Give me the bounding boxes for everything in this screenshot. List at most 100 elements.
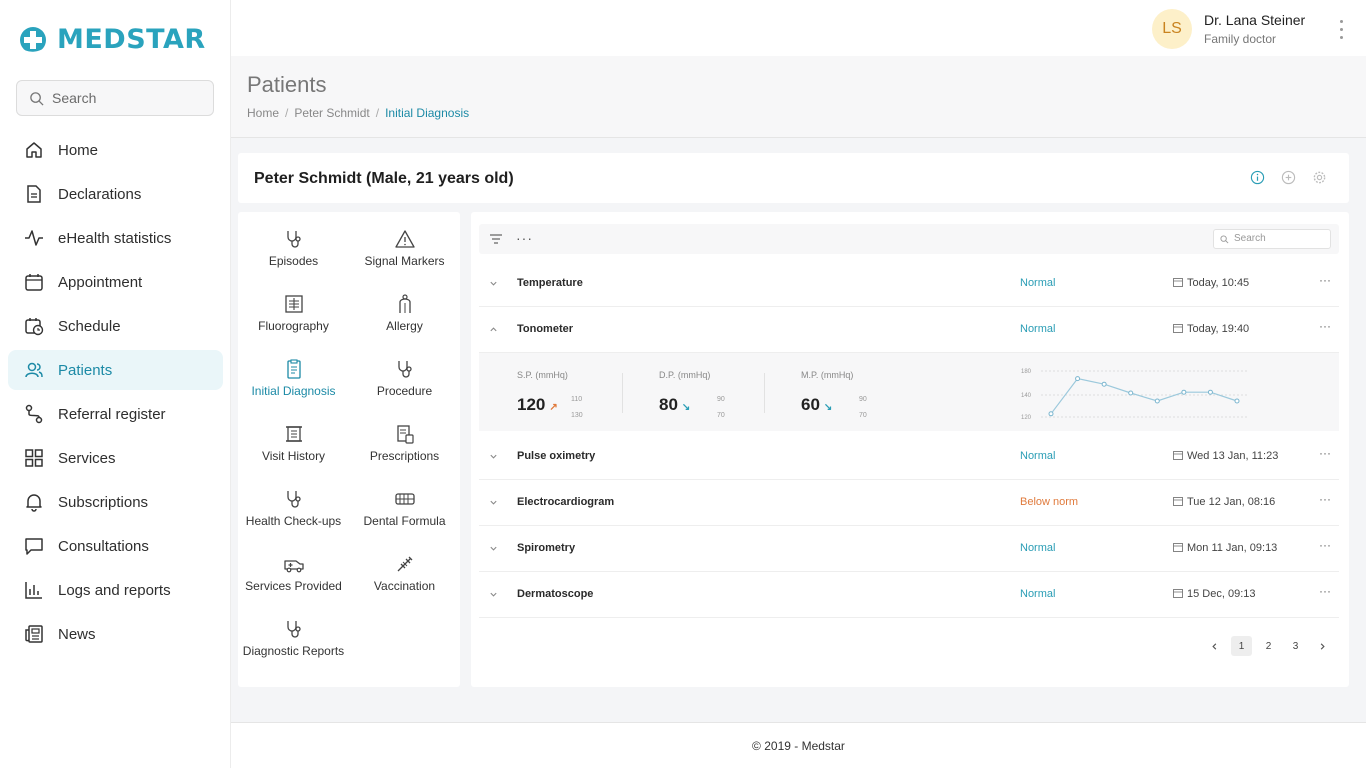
table-row[interactable]: Pulse oximetry Normal Wed 13 Jan, 11:23 … (479, 434, 1339, 480)
data-point (1128, 390, 1134, 396)
category-label: Fluorography (258, 319, 329, 333)
sidebar-item-news[interactable]: News (8, 614, 223, 654)
category-initial-diagnosis[interactable]: Initial Diagnosis (238, 358, 349, 418)
sidebar-item-referral-register[interactable]: Referral register (8, 394, 223, 434)
table-row[interactable]: Temperature Normal Today, 10:45 ··· (479, 261, 1339, 307)
prev-page-button[interactable] (1204, 636, 1225, 656)
filter-icon[interactable] (489, 232, 503, 246)
brand-logo[interactable]: MEDSTAR (18, 24, 206, 55)
sidebar-nav: Home Declarations eHealth statistics App… (8, 130, 223, 658)
search-placeholder: Search (52, 90, 97, 106)
category-label: Signal Markers (364, 254, 445, 268)
sidebar-item-appointment[interactable]: Appointment (8, 262, 223, 302)
gear-icon[interactable] (1312, 170, 1327, 185)
syringe-icon (397, 556, 412, 572)
clipboard-icon (286, 359, 301, 379)
category-episodes[interactable]: Episodes (238, 228, 349, 288)
metric-label: M.P. (mmHq) (801, 370, 854, 380)
stethoscope-icon (286, 231, 301, 248)
trend-up-icon: ↗ (549, 402, 558, 413)
page-3-button[interactable]: 3 (1285, 636, 1306, 656)
category-prescriptions[interactable]: Prescriptions (349, 423, 460, 483)
sidebar-item-patients[interactable]: Patients (8, 350, 223, 390)
category-services-provided[interactable]: Services Provided (238, 553, 349, 613)
chevron-down-icon[interactable] (489, 452, 498, 461)
row-name: Electrocardiogram (517, 496, 615, 508)
chevron-down-icon[interactable] (489, 498, 498, 507)
row-more-button[interactable]: ··· (1319, 584, 1331, 598)
category-fluorography[interactable]: Fluorography (238, 293, 349, 353)
avatar[interactable]: LS (1152, 9, 1192, 49)
calendar-icon (25, 274, 43, 291)
sidebar-item-schedule[interactable]: Schedule (8, 306, 223, 346)
row-more-button[interactable]: ··· (1319, 492, 1331, 506)
metric-range: 90 70 (717, 392, 725, 424)
trend-down-icon: ↘ (681, 402, 691, 413)
category-allergy[interactable]: Allergy (349, 293, 460, 353)
row-name: Tonometer (517, 323, 574, 335)
user-profile[interactable]: LS Dr. Lana Steiner Family doctor (1152, 9, 1344, 49)
category-label: Initial Diagnosis (251, 384, 336, 398)
category-vaccination[interactable]: Vaccination (349, 553, 460, 613)
info-icon[interactable] (1250, 170, 1265, 185)
breadcrumb-separator: / (375, 106, 380, 120)
row-more-button[interactable]: ··· (1319, 446, 1331, 460)
row-more-button[interactable]: ··· (1319, 319, 1331, 333)
user-menu-icon[interactable] (1338, 19, 1344, 39)
prescription-icon (396, 425, 414, 444)
sidebar-item-ehealth-statistics[interactable]: eHealth statistics (8, 218, 223, 258)
y-tick-label: 180 (1021, 369, 1032, 375)
chevron-down-icon[interactable] (489, 279, 498, 288)
page-1-button[interactable]: 1 (1231, 636, 1252, 656)
row-status: Normal (1020, 450, 1056, 462)
breadcrumb-home[interactable]: Home (247, 106, 279, 120)
sidebar-item-services[interactable]: Services (8, 438, 223, 478)
breadcrumb-patient[interactable]: Peter Schmidt (294, 106, 369, 120)
table-row[interactable]: Dermatoscope Normal 15 Dec, 09:13 ··· (479, 572, 1339, 618)
sidebar-item-label: Schedule (58, 317, 121, 335)
page-2-button[interactable]: 2 (1258, 636, 1279, 656)
toolbar-more-button[interactable]: ··· (516, 230, 533, 246)
next-page-button[interactable] (1312, 636, 1333, 656)
table-row[interactable]: Spirometry Normal Mon 11 Jan, 09:13 ··· (479, 526, 1339, 572)
sidebar-item-label: Referral register (58, 405, 166, 423)
add-icon[interactable] (1281, 170, 1296, 185)
metric-value-text: 80 (659, 395, 678, 414)
warning-icon (394, 230, 415, 248)
trend-down-icon: ↘ (823, 402, 833, 413)
category-label: Diagnostic Reports (242, 644, 345, 658)
sidebar-item-home[interactable]: Home (8, 130, 223, 170)
chevron-down-icon[interactable] (489, 544, 498, 553)
calendar-clock-icon (25, 318, 44, 336)
sidebar-search-input[interactable]: Search (16, 80, 214, 116)
category-diagnostic-reports[interactable]: Diagnostic Reports (238, 618, 349, 678)
row-more-button[interactable]: ··· (1319, 273, 1331, 287)
table-search-input[interactable]: Search (1213, 229, 1331, 249)
sidebar-item-consultations[interactable]: Consultations (8, 526, 223, 566)
breadcrumb: Home / Peter Schmidt / Initial Diagnosis (247, 106, 469, 120)
chevron-up-icon[interactable] (489, 325, 498, 334)
route-icon (25, 404, 43, 424)
data-point (1207, 389, 1213, 395)
row-more-button[interactable]: ··· (1319, 538, 1331, 552)
table-row[interactable]: Electrocardiogram Below norm Tue 12 Jan,… (479, 480, 1339, 526)
sidebar-item-logs-and-reports[interactable]: Logs and reports (8, 570, 223, 610)
calendar-icon (1173, 497, 1183, 506)
category-dental-formula[interactable]: Dental Formula (349, 488, 460, 548)
category-health-check-ups[interactable]: Health Check-ups (238, 488, 349, 548)
table-row[interactable]: Tonometer Normal Today, 19:40 ··· (479, 307, 1339, 353)
sidebar-item-subscriptions[interactable]: Subscriptions (8, 482, 223, 522)
chat-icon (25, 538, 43, 555)
stethoscope-icon (286, 491, 301, 508)
data-point (1075, 376, 1081, 382)
category-visit-history[interactable]: Visit History (238, 423, 349, 483)
category-signal-markers[interactable]: Signal Markers (349, 228, 460, 288)
category-procedure[interactable]: Procedure (349, 358, 460, 418)
chevron-down-icon[interactable] (489, 590, 498, 599)
category-grid: Episodes Signal Markers Fluorography All… (238, 212, 460, 687)
metric-label: D.P. (mmHq) (659, 370, 711, 380)
stethoscope-icon (286, 621, 301, 638)
row-date: Mon 11 Jan, 09:13 (1173, 542, 1277, 554)
sidebar-item-declarations[interactable]: Declarations (8, 174, 223, 214)
newspaper-icon (25, 625, 43, 643)
